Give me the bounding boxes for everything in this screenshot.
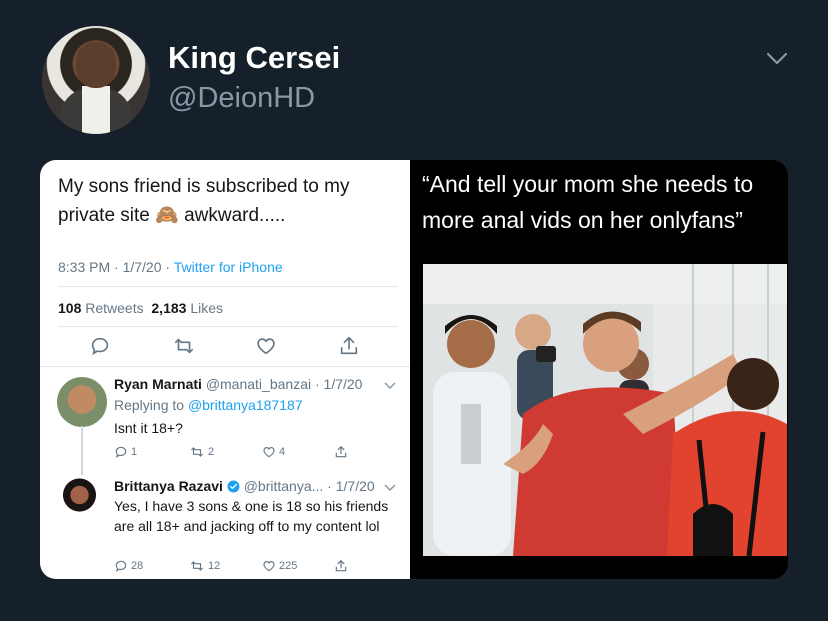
author-handle[interactable]: @DeionHD (168, 82, 315, 115)
retweets-label: Retweets (85, 300, 144, 316)
thread-line (81, 426, 83, 482)
reply-header: Brittanya Razavi @brittanya... · 1/7/20 (114, 478, 375, 494)
replying-to-prefix: Replying to (114, 397, 185, 413)
verified-badge-icon (227, 480, 240, 493)
chevron-down-icon[interactable] (384, 484, 396, 492)
like-count: 4 (279, 446, 286, 458)
embedded-tweet-meta: 8:33 PM · 1/7/20 · Twitter for iPhone (58, 259, 283, 275)
retweet-icon[interactable] (173, 335, 195, 357)
reply-button[interactable]: 28 (114, 559, 143, 573)
reply-header: Ryan Marnati @manati_banzai · 1/7/20 (114, 376, 362, 392)
reply-count: 1 (131, 446, 138, 458)
meme-caption: “And tell your mom she needs to more ana… (422, 171, 754, 233)
reply-author-name[interactable]: Ryan Marnati (114, 376, 202, 392)
divider (58, 326, 398, 327)
retweets-count: 108 (58, 300, 82, 316)
reply-icon (115, 560, 127, 572)
reply-avatar[interactable] (57, 377, 107, 427)
like-button[interactable]: 4 (262, 445, 285, 459)
author-display-name[interactable]: King Cersei (168, 40, 340, 76)
reply-actions: 28 12 225 (114, 559, 384, 575)
replying-to-handle[interactable]: @brittanya187187 (188, 397, 303, 413)
reply-text: Isnt it 18+? (114, 420, 183, 436)
reply-text: Yes, I have 3 sons & one is 18 so his fr… (114, 498, 389, 534)
tweet-media[interactable]: My sons friend is subscribed to my priva… (40, 160, 788, 579)
retweet-icon (191, 447, 203, 457)
share-button[interactable] (334, 445, 348, 459)
embedded-tweet-source[interactable]: Twitter for iPhone (174, 259, 283, 275)
like-button[interactable]: 225 (262, 559, 297, 573)
reply-icon[interactable] (89, 335, 111, 357)
share-button[interactable] (334, 559, 348, 573)
embedded-tweet-stats: 108 Retweets 2,183 Likes (58, 300, 223, 316)
embedded-tweet-actions (40, 335, 410, 361)
chevron-down-icon[interactable] (384, 382, 396, 390)
reply-count: 28 (131, 560, 144, 572)
retweet-button[interactable]: 12 (189, 559, 220, 573)
replying-to: Replying to @brittanya187187 (114, 397, 303, 413)
reply-avatar[interactable] (57, 475, 107, 525)
share-icon[interactable] (338, 335, 360, 357)
author-avatar[interactable] (42, 26, 150, 134)
retweet-icon (191, 561, 203, 571)
divider (40, 366, 410, 367)
reply-author-meta: @brittanya... · 1/7/20 (243, 478, 375, 494)
heart-icon (263, 447, 275, 458)
embedded-tweet-text: My sons friend is subscribed to my priva… (58, 176, 350, 226)
meme-photo (423, 264, 787, 556)
reply-actions: 1 2 4 (114, 445, 384, 461)
like-count: 225 (279, 560, 298, 572)
reply-icon (115, 446, 127, 458)
embedded-tweet-screenshot: My sons friend is subscribed to my priva… (40, 160, 410, 579)
share-icon (335, 445, 347, 458)
tweet-header: King Cersei @DeionHD (0, 0, 828, 150)
chevron-down-icon[interactable] (766, 52, 788, 66)
share-icon (335, 559, 347, 572)
heart-icon[interactable] (255, 335, 277, 357)
likes-count: 2,183 (151, 300, 187, 316)
reply-author-name[interactable]: Brittanya Razavi (114, 478, 223, 494)
reply-author-meta: @manati_banzai · 1/7/20 (205, 376, 363, 392)
divider (58, 286, 398, 287)
reply-button[interactable]: 1 (114, 445, 137, 459)
heart-icon (263, 561, 275, 572)
hallway-photo-illustration (423, 264, 787, 556)
meme-panel: “And tell your mom she needs to more ana… (418, 160, 788, 579)
retweet-button[interactable]: 2 (189, 445, 214, 459)
embedded-tweet-time: 8:33 PM · 1/7/20 · (58, 259, 171, 275)
retweet-count: 2 (208, 446, 215, 458)
retweet-count: 12 (208, 560, 221, 572)
likes-label: Likes (190, 300, 224, 316)
